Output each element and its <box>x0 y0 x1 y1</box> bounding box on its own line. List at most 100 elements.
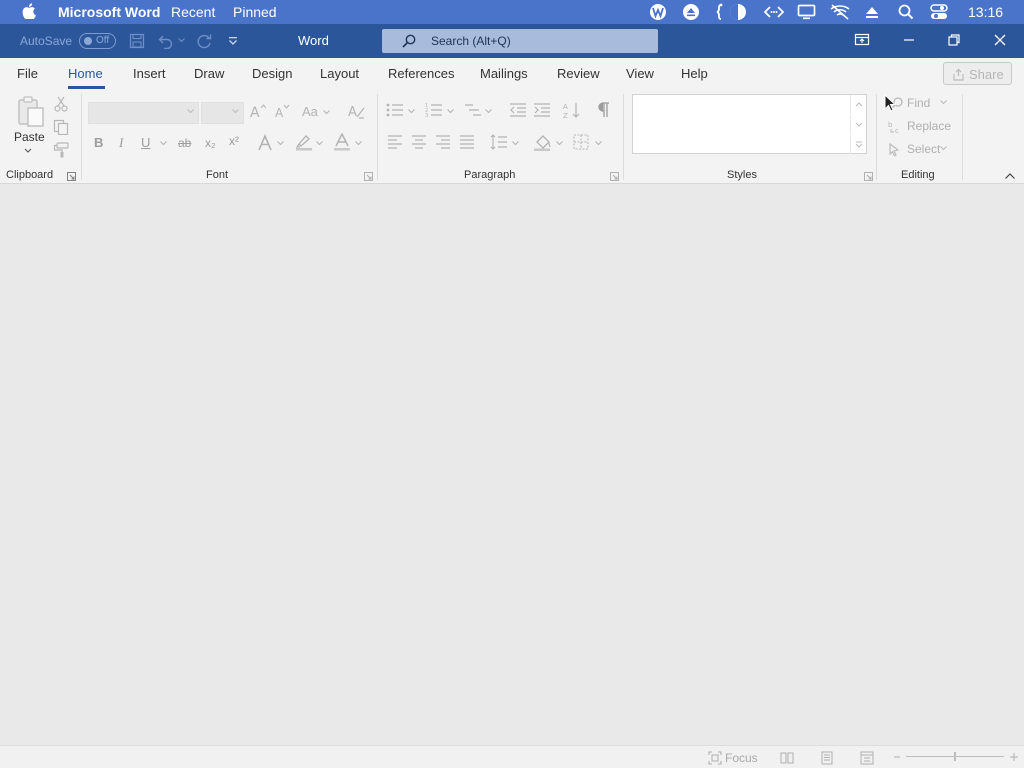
zoom-out-icon[interactable] <box>893 752 901 762</box>
line-spacing-icon[interactable] <box>490 134 508 150</box>
focus-icon[interactable] <box>708 751 722 765</box>
font-color-icon[interactable] <box>334 133 350 151</box>
styles-gallery[interactable] <box>632 94 867 154</box>
tab-design[interactable]: Design <box>252 66 292 81</box>
eject-icon[interactable] <box>865 3 879 21</box>
strikethrough-button[interactable]: ab <box>178 136 191 150</box>
menubar-clock[interactable]: 13:16 <box>968 4 1003 20</box>
underline-button[interactable]: U <box>141 135 150 150</box>
sort-icon[interactable]: AZ <box>563 101 581 119</box>
customize-toolbar-icon[interactable] <box>228 36 238 46</box>
align-right-icon[interactable] <box>435 135 451 149</box>
clipboard-launcher-icon[interactable] <box>67 172 76 181</box>
clear-formatting-icon[interactable]: A <box>348 102 366 120</box>
increase-indent-icon[interactable] <box>533 102 551 118</box>
undo-icon[interactable] <box>158 33 174 49</box>
find-dropdown-icon[interactable] <box>940 100 947 105</box>
subscript-button[interactable]: x₂ <box>205 136 216 150</box>
close-icon[interactable] <box>993 32 1007 48</box>
font-size-combo[interactable] <box>201 102 244 124</box>
styles-launcher-icon[interactable] <box>864 172 873 181</box>
superscript-button[interactable]: x² <box>229 134 239 148</box>
menu-recent[interactable]: Recent <box>171 4 215 20</box>
tab-review[interactable]: Review <box>557 66 600 81</box>
apple-menu-icon[interactable] <box>22 3 36 19</box>
paste-button[interactable]: Paste <box>14 130 45 144</box>
styles-scroll-up-icon[interactable] <box>850 95 866 114</box>
change-case-dropdown-icon[interactable] <box>323 110 330 115</box>
tab-view[interactable]: View <box>626 66 654 81</box>
collapse-ribbon-icon[interactable] <box>1004 172 1016 180</box>
paragraph-launcher-icon[interactable] <box>610 172 619 181</box>
select-dropdown-icon[interactable] <box>940 146 947 151</box>
format-painter-icon[interactable] <box>53 142 69 158</box>
search-box[interactable]: Search (Alt+Q) <box>382 29 658 53</box>
tab-references[interactable]: References <box>388 66 454 81</box>
paste-dropdown-icon[interactable] <box>24 148 32 154</box>
restore-icon[interactable] <box>947 32 961 48</box>
copy-icon[interactable] <box>53 119 69 135</box>
underline-dropdown-icon[interactable] <box>160 141 167 146</box>
italic-button[interactable]: I <box>119 135 123 151</box>
code-arrows-icon[interactable] <box>764 3 784 21</box>
grow-font-icon[interactable]: A <box>250 103 266 119</box>
web-layout-icon[interactable] <box>860 751 874 765</box>
read-mode-icon[interactable] <box>780 751 794 765</box>
select-button[interactable]: Select <box>888 142 958 158</box>
bullets-dropdown-icon[interactable] <box>408 109 415 114</box>
line-spacing-dropdown-icon[interactable] <box>512 141 519 146</box>
font-name-combo[interactable] <box>88 102 199 124</box>
bullets-icon[interactable] <box>386 102 404 118</box>
find-button[interactable]: Find <box>888 96 958 112</box>
focus-button[interactable]: Focus <box>725 751 758 765</box>
tab-insert[interactable]: Insert <box>133 66 166 81</box>
wifi-off-icon[interactable] <box>829 3 851 21</box>
paste-icon[interactable] <box>16 95 46 129</box>
multilevel-dropdown-icon[interactable] <box>485 109 492 114</box>
status-app-icon[interactable] <box>649 3 667 21</box>
multilevel-list-icon[interactable] <box>464 102 482 118</box>
highlight-dropdown-icon[interactable] <box>316 141 323 146</box>
show-formatting-marks-icon[interactable] <box>597 102 611 118</box>
print-layout-icon[interactable] <box>820 751 834 765</box>
redo-icon[interactable] <box>196 33 212 49</box>
align-left-icon[interactable] <box>387 135 403 149</box>
tab-home[interactable]: Home <box>68 66 103 81</box>
numbering-icon[interactable]: 123 <box>425 102 443 118</box>
tab-draw[interactable]: Draw <box>194 66 224 81</box>
document-canvas[interactable] <box>0 185 1024 745</box>
tab-mailings[interactable]: Mailings <box>480 66 528 81</box>
menu-pinned[interactable]: Pinned <box>233 4 277 20</box>
shrink-font-icon[interactable]: A <box>274 103 290 119</box>
minimize-icon[interactable] <box>902 32 916 48</box>
eject-circle-icon[interactable] <box>682 3 700 21</box>
cut-icon[interactable] <box>54 96 68 112</box>
borders-dropdown-icon[interactable] <box>595 141 602 146</box>
font-launcher-icon[interactable] <box>364 172 373 181</box>
tab-layout[interactable]: Layout <box>320 66 359 81</box>
change-case-button[interactable]: Aa <box>302 104 318 119</box>
undo-dropdown-icon[interactable] <box>178 38 185 43</box>
share-button[interactable]: Share <box>943 62 1012 85</box>
text-effects-icon[interactable] <box>257 134 275 152</box>
shading-icon[interactable] <box>534 133 552 151</box>
numbering-dropdown-icon[interactable] <box>447 109 454 114</box>
tab-file[interactable]: File <box>17 66 38 81</box>
zoom-slider-thumb[interactable] <box>954 752 956 761</box>
align-center-icon[interactable] <box>411 135 427 149</box>
display-icon[interactable] <box>797 3 816 21</box>
justify-icon[interactable] <box>459 135 475 149</box>
active-app-name[interactable]: Microsoft Word <box>58 4 160 20</box>
control-center-icon[interactable] <box>930 3 948 21</box>
zoom-in-icon[interactable] <box>1009 752 1019 762</box>
decrease-indent-icon[interactable] <box>509 102 527 118</box>
bold-button[interactable]: B <box>94 135 103 150</box>
shading-dropdown-icon[interactable] <box>556 141 563 146</box>
styles-more-icon[interactable] <box>850 135 866 154</box>
autosave-toggle[interactable]: Off <box>79 33 116 49</box>
font-color-dropdown-icon[interactable] <box>355 141 362 146</box>
borders-icon[interactable] <box>573 134 589 150</box>
replace-button[interactable]: bc Replace <box>888 119 958 135</box>
contrast-icon[interactable] <box>729 3 747 21</box>
spotlight-search-icon[interactable] <box>898 3 914 21</box>
